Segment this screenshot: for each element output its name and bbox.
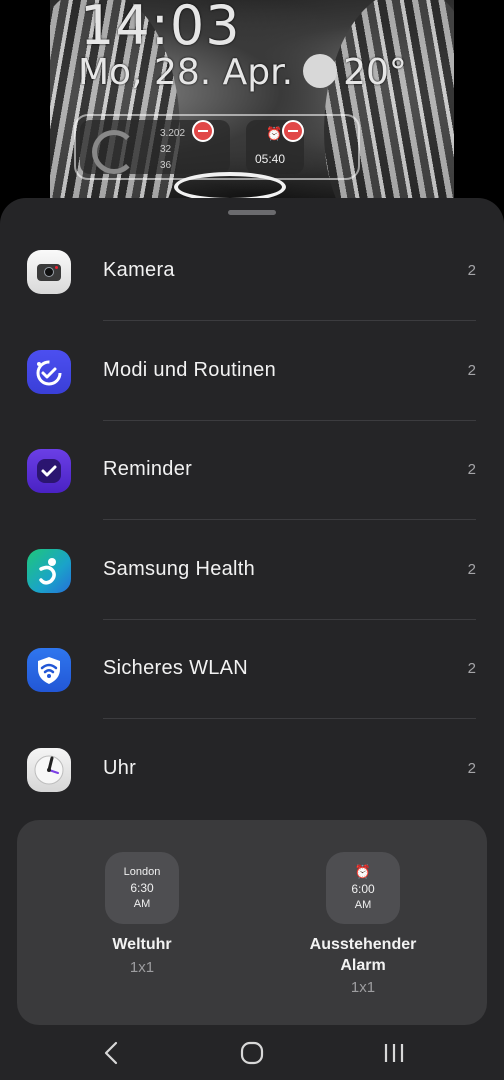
recents-button[interactable] [374,1035,414,1071]
app-row-samsung-health[interactable]: Samsung Health 2 [0,521,504,620]
health-stat-steps: 3.202 [160,128,186,139]
lockscreen-widget-area[interactable]: 3.202 32 36 ⏰ 05:40 [74,114,360,180]
app-name: Sicheres WLAN [103,657,249,679]
lockscreen-date-weather: Mo, 28. Apr. 20° [78,52,407,93]
navigation-bar [0,1025,504,1080]
lockscreen-date: Mo, 28. Apr. [78,52,294,93]
widget-count: 2 [467,362,476,379]
samsung-health-icon [27,549,71,593]
app-name: Modi und Routinen [103,359,276,381]
alarm-clock-icon: ⏰ [266,126,283,141]
app-row-uhr[interactable]: Uhr 2 [0,720,504,819]
activity-ring-icon [92,130,136,174]
alarm-widget-size: 1x1 [350,979,376,996]
remove-widget-icon[interactable] [282,120,304,142]
world-clock-widget-size: 1x1 [129,959,155,976]
clock-widgets-panel: London 6:30 AM Weltuhr 1x1 ⏰ 6:00 AM Aus… [17,820,487,1025]
back-button[interactable] [92,1035,132,1071]
alarm-widget-preview[interactable]: ⏰ 6:00 AM [326,852,400,924]
app-name: Reminder [103,458,193,480]
reminder-icon [27,449,71,493]
alarm-clock-icon: ⏰ [354,864,372,879]
modes-routines-icon [27,350,71,394]
world-clock-widget-name: Weltuhr [112,936,172,953]
alarm-widget[interactable]: ⏰ 05:40 [246,120,304,174]
widget-count: 2 [467,461,476,478]
app-row-kamera[interactable]: Kamera 2 [0,222,504,321]
secure-wifi-icon [27,648,71,692]
world-clock-ampm: AM [133,898,151,910]
world-clock-widget-preview[interactable]: London 6:30 AM [105,852,179,924]
app-row-modi-und-routinen[interactable]: Modi und Routinen 2 [0,322,504,421]
alarm-widget-preview-time: 6:00 [351,882,375,896]
alarm-widget-time: 05:40 [255,152,286,166]
home-icon [240,1041,264,1065]
alarm-widget-name-line2: Alarm [340,957,386,974]
health-stat-calories: 36 [160,160,172,171]
widget-count: 2 [467,660,476,677]
widget-count: 2 [467,760,476,777]
widget-count: 2 [467,262,476,279]
camera-icon [27,250,71,294]
remove-widget-icon[interactable] [192,120,214,142]
lockscreen-time: 14:03 [80,0,241,57]
world-clock-city: London [123,866,161,878]
alarm-widget-name-line1: Ausstehender [309,936,417,953]
divider [103,519,476,520]
home-button[interactable] [232,1035,272,1071]
widget-count: 2 [467,561,476,578]
alarm-widget-preview-ampm: AM [354,899,372,911]
app-name: Uhr [103,757,137,779]
clock-icon [27,748,71,792]
app-name: Kamera [103,259,175,281]
drag-handle[interactable] [228,210,276,215]
divider [103,718,476,719]
back-icon [104,1041,118,1065]
app-row-sicheres-wlan[interactable]: Sicheres WLAN 2 [0,620,504,719]
health-stats: 3.202 32 36 [160,126,185,174]
alarm-widget-name: Ausstehender Alarm [283,934,443,976]
sun-icon [303,54,338,88]
lockscreen-temperature: 20° [343,52,407,93]
divider [103,320,476,321]
world-clock-time: 6:30 [130,881,154,895]
health-widget[interactable]: 3.202 32 36 [80,120,230,174]
lockscreen-preview: 14:03 Mo, 28. Apr. 20° 3.202 32 36 ⏰ 05:4… [50,0,454,230]
health-stat-active: 32 [160,144,172,155]
recents-icon [384,1044,404,1062]
app-row-reminder[interactable]: Reminder 2 [0,421,504,520]
app-name: Samsung Health [103,558,256,580]
